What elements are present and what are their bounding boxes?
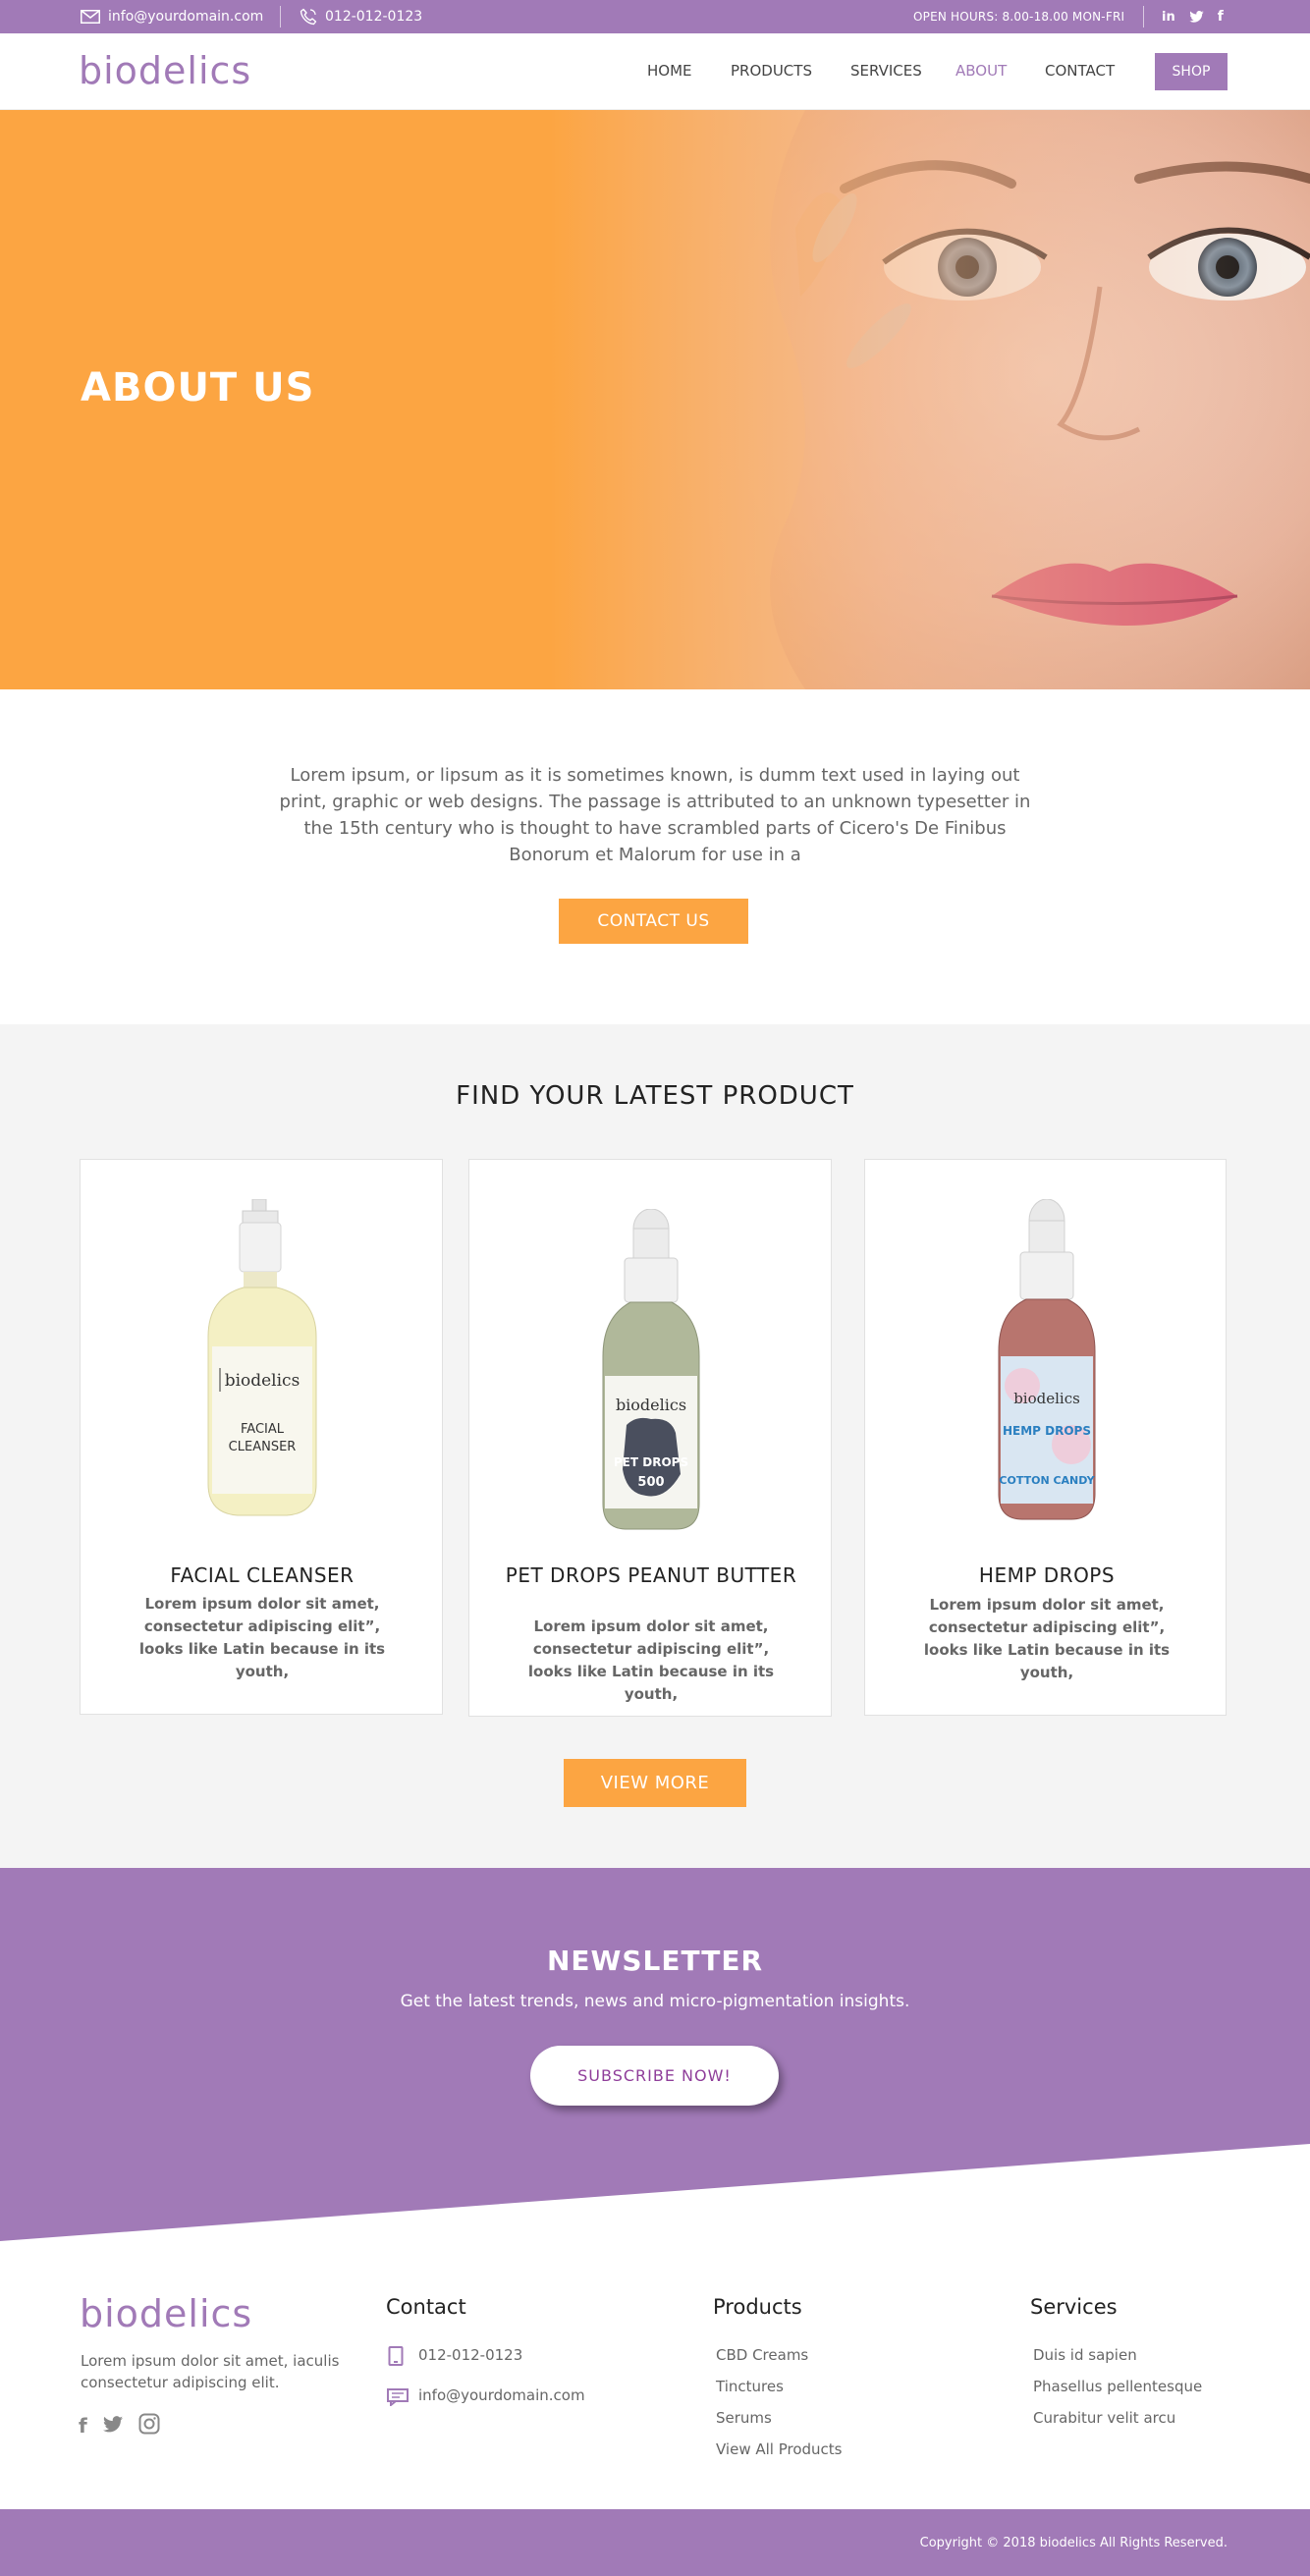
email-icon [387,2388,409,2410]
footer-link-serums[interactable]: Serums [716,2409,772,2427]
product-card-hemp-drops[interactable]: biodelics HEMP DROPS COTTON CANDY HEMP D… [864,1159,1227,1716]
main-nav: HOME PRODUCTS SERVICES ABOUT CONTACT [0,33,1310,110]
hemp-drops-bottle-image: biodelics HEMP DROPS COTTON CANDY [998,1199,1096,1520]
newsletter-section: NEWSLETTER Get the latest trends, news a… [0,1868,1310,2241]
twitter-icon[interactable] [1189,11,1204,23]
product-name: FACIAL CLEANSER [170,1563,355,1587]
instagram-icon[interactable] [138,2413,160,2439]
product-card-pet-drops[interactable]: biodelics PET DROPS 500 PET DROPS PEANUT… [468,1159,832,1717]
footer-products-heading: Products [713,2295,802,2319]
phone-icon [388,2346,404,2370]
bottle-label-line1: FACIAL [241,1422,285,1437]
footer-link-duis-id-sapien[interactable]: Duis id sapien [1033,2346,1137,2364]
copyright-text: Copyright © 2018 biodelics All Rights Re… [919,2535,1228,2550]
open-hours: OPEN HOURS: 8.00-18.00 MON-FRI [913,10,1125,24]
footer-logo[interactable]: biodelics [80,2292,252,2335]
bottle-label-line1: HEMP DROPS [1003,1424,1091,1438]
bottle-label-brand: biodelics [1013,1390,1080,1407]
footer-email[interactable]: info@yourdomain.com [418,2386,585,2404]
product-description: Lorem ipsum dolor sit amet, consectetur … [527,1617,775,1703]
footer-social: f [79,2413,160,2439]
products-section: FIND YOUR LATEST PRODUCT biodelics FACIA… [0,1024,1310,1869]
bottle-label-brand: biodelics [225,1371,300,1391]
contact-us-button[interactable]: CONTACT US [559,899,748,944]
products-heading: FIND YOUR LATEST PRODUCT [456,1081,854,1111]
product-description: Lorem ipsum dolor sit amet, consectetur … [138,1595,386,1680]
product-card-facial-cleanser[interactable]: biodelics FACIAL CLEANSER FACIAL CLEANSE… [80,1159,443,1715]
shop-button[interactable]: SHOP [1155,53,1228,90]
nav-item-about[interactable]: ABOUT [955,62,1007,80]
phone-icon [300,8,317,26]
linkedin-icon[interactable]: in [1162,10,1175,25]
footer-contact-heading: Contact [386,2295,466,2319]
bottle-label-line2: COTTON CANDY [999,1474,1095,1487]
site-header: biodelics HOME PRODUCTS SERVICES ABOUT C… [0,33,1310,110]
facebook-icon[interactable]: f [1218,9,1224,25]
product-name: PET DROPS PEANUT BUTTER [505,1563,797,1587]
bottle-label-line1: PET DROPS [614,1455,688,1469]
bottle-label-line2: 500 [637,1475,664,1490]
topbar-divider-2 [1143,6,1144,27]
envelope-icon [81,10,100,24]
view-more-button[interactable]: VIEW MORE [564,1759,746,1807]
subscribe-button[interactable]: SUBSCRIBE NOW! [530,2046,779,2106]
hero-title: ABOUT US [81,365,315,411]
facebook-icon[interactable]: f [79,2414,87,2438]
footer-link-view-all-products[interactable]: View All Products [716,2440,843,2458]
footer-link-phasellus[interactable]: Phasellus pellentesque [1033,2378,1202,2395]
facial-cleanser-bottle-image: biodelics FACIAL CLEANSER [207,1199,317,1516]
footer-description: Lorem ipsum dolor sit amet, iaculis cons… [81,2352,340,2391]
footer-services-heading: Services [1030,2295,1118,2319]
copyright-bar: Copyright © 2018 biodelics All Rights Re… [0,2509,1310,2576]
hero-banner: ABOUT US [0,110,1310,689]
footer-link-cbd-creams[interactable]: CBD Creams [716,2346,808,2364]
topbar-email[interactable]: info@yourdomain.com [81,0,263,33]
newsletter-title: NEWSLETTER [546,1945,764,1977]
footer-link-tinctures[interactable]: Tinctures [716,2378,784,2395]
nav-item-products[interactable]: PRODUCTS [731,62,812,80]
nav-item-services[interactable]: SERVICES [850,62,922,80]
topbar-divider [280,6,281,27]
about-intro-text: Lorem ipsum, or lipsum as it is sometime… [279,765,1031,865]
newsletter-subtitle: Get the latest trends, news and micro-pi… [400,1992,910,2011]
nav-item-home[interactable]: HOME [647,62,692,80]
topbar-phone[interactable]: 012-012-0123 [300,0,422,33]
pet-drops-bottle-image: biodelics PET DROPS 500 [602,1209,700,1530]
social-links: in f [1162,0,1224,33]
bottle-label-brand: biodelics [616,1396,686,1414]
footer-phone[interactable]: 012-012-0123 [418,2346,522,2364]
twitter-icon[interactable] [102,2415,123,2437]
top-bar: info@yourdomain.com 012-012-0123 OPEN HO… [0,0,1310,33]
footer-link-curabitur[interactable]: Curabitur velit arcu [1033,2409,1175,2427]
bottle-label-line2: CLEANSER [229,1440,297,1454]
hero-portrait-image [550,110,1310,689]
nav-item-contact[interactable]: CONTACT [1045,62,1115,80]
topbar-email-text: info@yourdomain.com [108,9,264,25]
product-name: HEMP DROPS [978,1563,1116,1587]
product-description: Lorem ipsum dolor sit amet, consectetur … [923,1596,1171,1681]
topbar-phone-text: 012-012-0123 [325,9,423,25]
